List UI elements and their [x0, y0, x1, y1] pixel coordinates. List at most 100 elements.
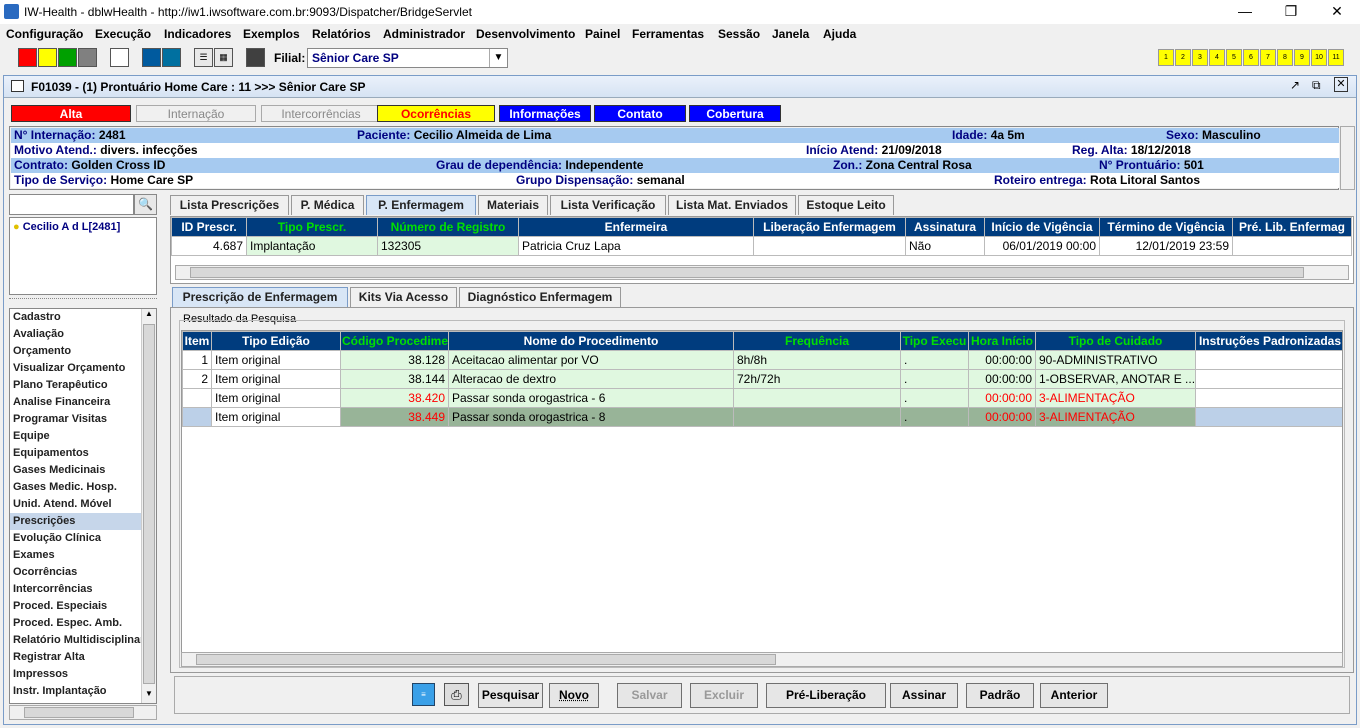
menu-ajuda[interactable]: Ajuda	[823, 27, 856, 41]
grid1-header[interactable]: ID Prescr.	[171, 217, 247, 237]
grid2-header[interactable]: Frequência	[733, 331, 901, 351]
grid1-header[interactable]: Término de Vigência	[1099, 217, 1233, 237]
table-row[interactable]: 2 Item original 38.144 Alteracao de dextro 7…	[182, 369, 1342, 389]
nav-scrollbar[interactable]: ▲ ▼	[141, 309, 156, 703]
teal-color-button[interactable]	[162, 48, 181, 67]
menu-execucao[interactable]: Execução	[95, 27, 151, 41]
status-button-5[interactable]: Contato	[594, 105, 686, 122]
splitter[interactable]	[9, 298, 157, 304]
tab-2[interactable]: P. Enfermagem	[366, 195, 476, 215]
chevron-down-icon[interactable]: ▼	[489, 49, 507, 67]
close-inner-icon[interactable]: ✕	[1334, 77, 1348, 92]
table-row[interactable]: 1 Item original 38.128 Aceitacao alimentar …	[182, 350, 1342, 370]
number-button-3[interactable]: 3	[1192, 49, 1208, 66]
tab-5[interactable]: Lista Mat. Enviados	[668, 195, 796, 215]
tab-4[interactable]: Lista Verificação	[550, 195, 666, 215]
nav-hscrollbar[interactable]	[9, 705, 157, 720]
menu-painel[interactable]: Painel	[585, 27, 620, 41]
nav-item[interactable]: Prescrições	[10, 513, 156, 530]
scroll-down-icon[interactable]: ▼	[142, 689, 156, 703]
grid1-header[interactable]: Número de Registro	[377, 217, 519, 237]
nav-item[interactable]: Equipamentos	[10, 445, 156, 462]
nav-item[interactable]: Proced. Espec. Amb.	[10, 615, 156, 632]
nav-item[interactable]: Exames	[10, 547, 156, 564]
salvar-button[interactable]: Salvar	[617, 683, 682, 708]
patient-search-input[interactable]	[9, 194, 134, 215]
tab-0[interactable]: Lista Prescrições	[170, 195, 289, 215]
number-button-1[interactable]: 1	[1158, 49, 1174, 66]
menu-janela[interactable]: Janela	[772, 27, 809, 41]
grid1-header[interactable]: Pré. Lib. Enfermag	[1232, 217, 1352, 237]
restore-icon[interactable]: ↗	[1290, 78, 1300, 92]
grid2-header[interactable]: Tipo Execu	[900, 331, 969, 351]
menu-relatorios[interactable]: Relatórios	[312, 27, 371, 41]
nav-item[interactable]: Equipe	[10, 428, 156, 445]
grid1-header[interactable]: Tipo Prescr.	[246, 217, 378, 237]
anterior-button[interactable]: Anterior	[1040, 683, 1108, 708]
nav-item[interactable]: Instr. Implantação	[10, 683, 156, 700]
scroll-up-icon[interactable]: ▲	[142, 309, 156, 323]
nav-item[interactable]: Unid. Atend. Móvel	[10, 496, 156, 513]
status-button-6[interactable]: Cobertura	[689, 105, 781, 122]
table-row[interactable]: 4.687 Implantação 132305 Patricia Cruz Lapa…	[171, 236, 1352, 256]
grid1-header[interactable]: Início de Vigência	[984, 217, 1100, 237]
patient-list-item[interactable]: ● Cecilio A d L[2481]	[10, 218, 156, 236]
subtab-1[interactable]: Kits Via Acesso	[350, 287, 457, 307]
status-button-4[interactable]: Informações	[499, 105, 591, 122]
novo-button[interactable]: Novo	[549, 683, 599, 708]
grid1-header[interactable]: Assinatura	[905, 217, 985, 237]
number-button-6[interactable]: 6	[1243, 49, 1259, 66]
grid2-header[interactable]: Nome do Procedimento	[448, 331, 734, 351]
grid2-header[interactable]: Tipo Edição	[211, 331, 341, 351]
gray-color-button[interactable]	[78, 48, 97, 67]
menu-sessao[interactable]: Sessão	[718, 27, 760, 41]
status-button-0[interactable]: Alta	[11, 105, 131, 122]
yellow-color-button[interactable]	[38, 48, 57, 67]
number-button-2[interactable]: 2	[1175, 49, 1191, 66]
menu-desenvolvimento[interactable]: Desenvolvimento	[476, 27, 575, 41]
nav-item[interactable]: Evolução Clínica	[10, 530, 156, 547]
excluir-button[interactable]: Excluir	[690, 683, 758, 708]
nav-item[interactable]: Visualizar Orçamento	[10, 360, 156, 377]
filial-select[interactable]: Sênior Care SP ▼	[307, 48, 508, 68]
menu-configuracao[interactable]: Configuração	[6, 27, 83, 41]
blue-color-button[interactable]	[142, 48, 161, 67]
grid1-header[interactable]: Enfermeira	[518, 217, 754, 237]
subtab-2[interactable]: Diagnóstico Enfermagem	[459, 287, 621, 307]
nav-item[interactable]: Intercorrências	[10, 581, 156, 598]
grid2-header[interactable]: Hora Início	[968, 331, 1036, 351]
grid2-hscrollbar[interactable]	[181, 652, 1343, 667]
nav-item[interactable]: Impressos	[10, 666, 156, 683]
grid2-header[interactable]: Código Procedime	[340, 331, 449, 351]
menu-exemplos[interactable]: Exemplos	[243, 27, 300, 41]
pesquisar-button[interactable]: Pesquisar	[478, 683, 543, 708]
number-button-5[interactable]: 5	[1226, 49, 1242, 66]
printer-icon[interactable]: ⎙	[444, 683, 469, 706]
nav-item[interactable]: Avaliação	[10, 326, 156, 343]
nav-item[interactable]: Relatório Multidisciplinar	[10, 632, 156, 649]
nav-item[interactable]: Gases Medic. Hosp.	[10, 479, 156, 496]
minimize-icon[interactable]: —	[1222, 0, 1268, 24]
tab-1[interactable]: P. Médica	[291, 195, 364, 215]
number-button-10[interactable]: 10	[1311, 49, 1327, 66]
nav-item[interactable]: Proced. Especiais	[10, 598, 156, 615]
status-button-1[interactable]: Internação	[136, 105, 256, 122]
grid2-header[interactable]: Tipo de Cuidado	[1035, 331, 1196, 351]
nav-item[interactable]: Ocorrências	[10, 564, 156, 581]
tab-3[interactable]: Materiais	[478, 195, 548, 215]
close-icon[interactable]: ✕	[1314, 0, 1360, 24]
grid2-header[interactable]: Instruções Padronizadas	[1195, 331, 1342, 351]
nav-item[interactable]: Orçamento	[10, 343, 156, 360]
number-button-4[interactable]: 4	[1209, 49, 1225, 66]
table-row[interactable]: Item original 38.449 Passar sonda orogastr…	[182, 407, 1342, 427]
tab-6[interactable]: Estoque Leito	[798, 195, 894, 215]
number-button-7[interactable]: 7	[1260, 49, 1276, 66]
nav-item[interactable]: Programar Visitas	[10, 411, 156, 428]
status-button-3[interactable]: Ocorrências	[377, 105, 495, 122]
menu-ferramentas[interactable]: Ferramentas	[632, 27, 704, 41]
grid1-header[interactable]: Liberação Enfermagem	[753, 217, 906, 237]
nav-item[interactable]: Registrar Alta	[10, 649, 156, 666]
nav-item[interactable]: Analise Financeira	[10, 394, 156, 411]
padrao-button[interactable]: Padrão	[966, 683, 1034, 708]
menu-indicadores[interactable]: Indicadores	[164, 27, 231, 41]
